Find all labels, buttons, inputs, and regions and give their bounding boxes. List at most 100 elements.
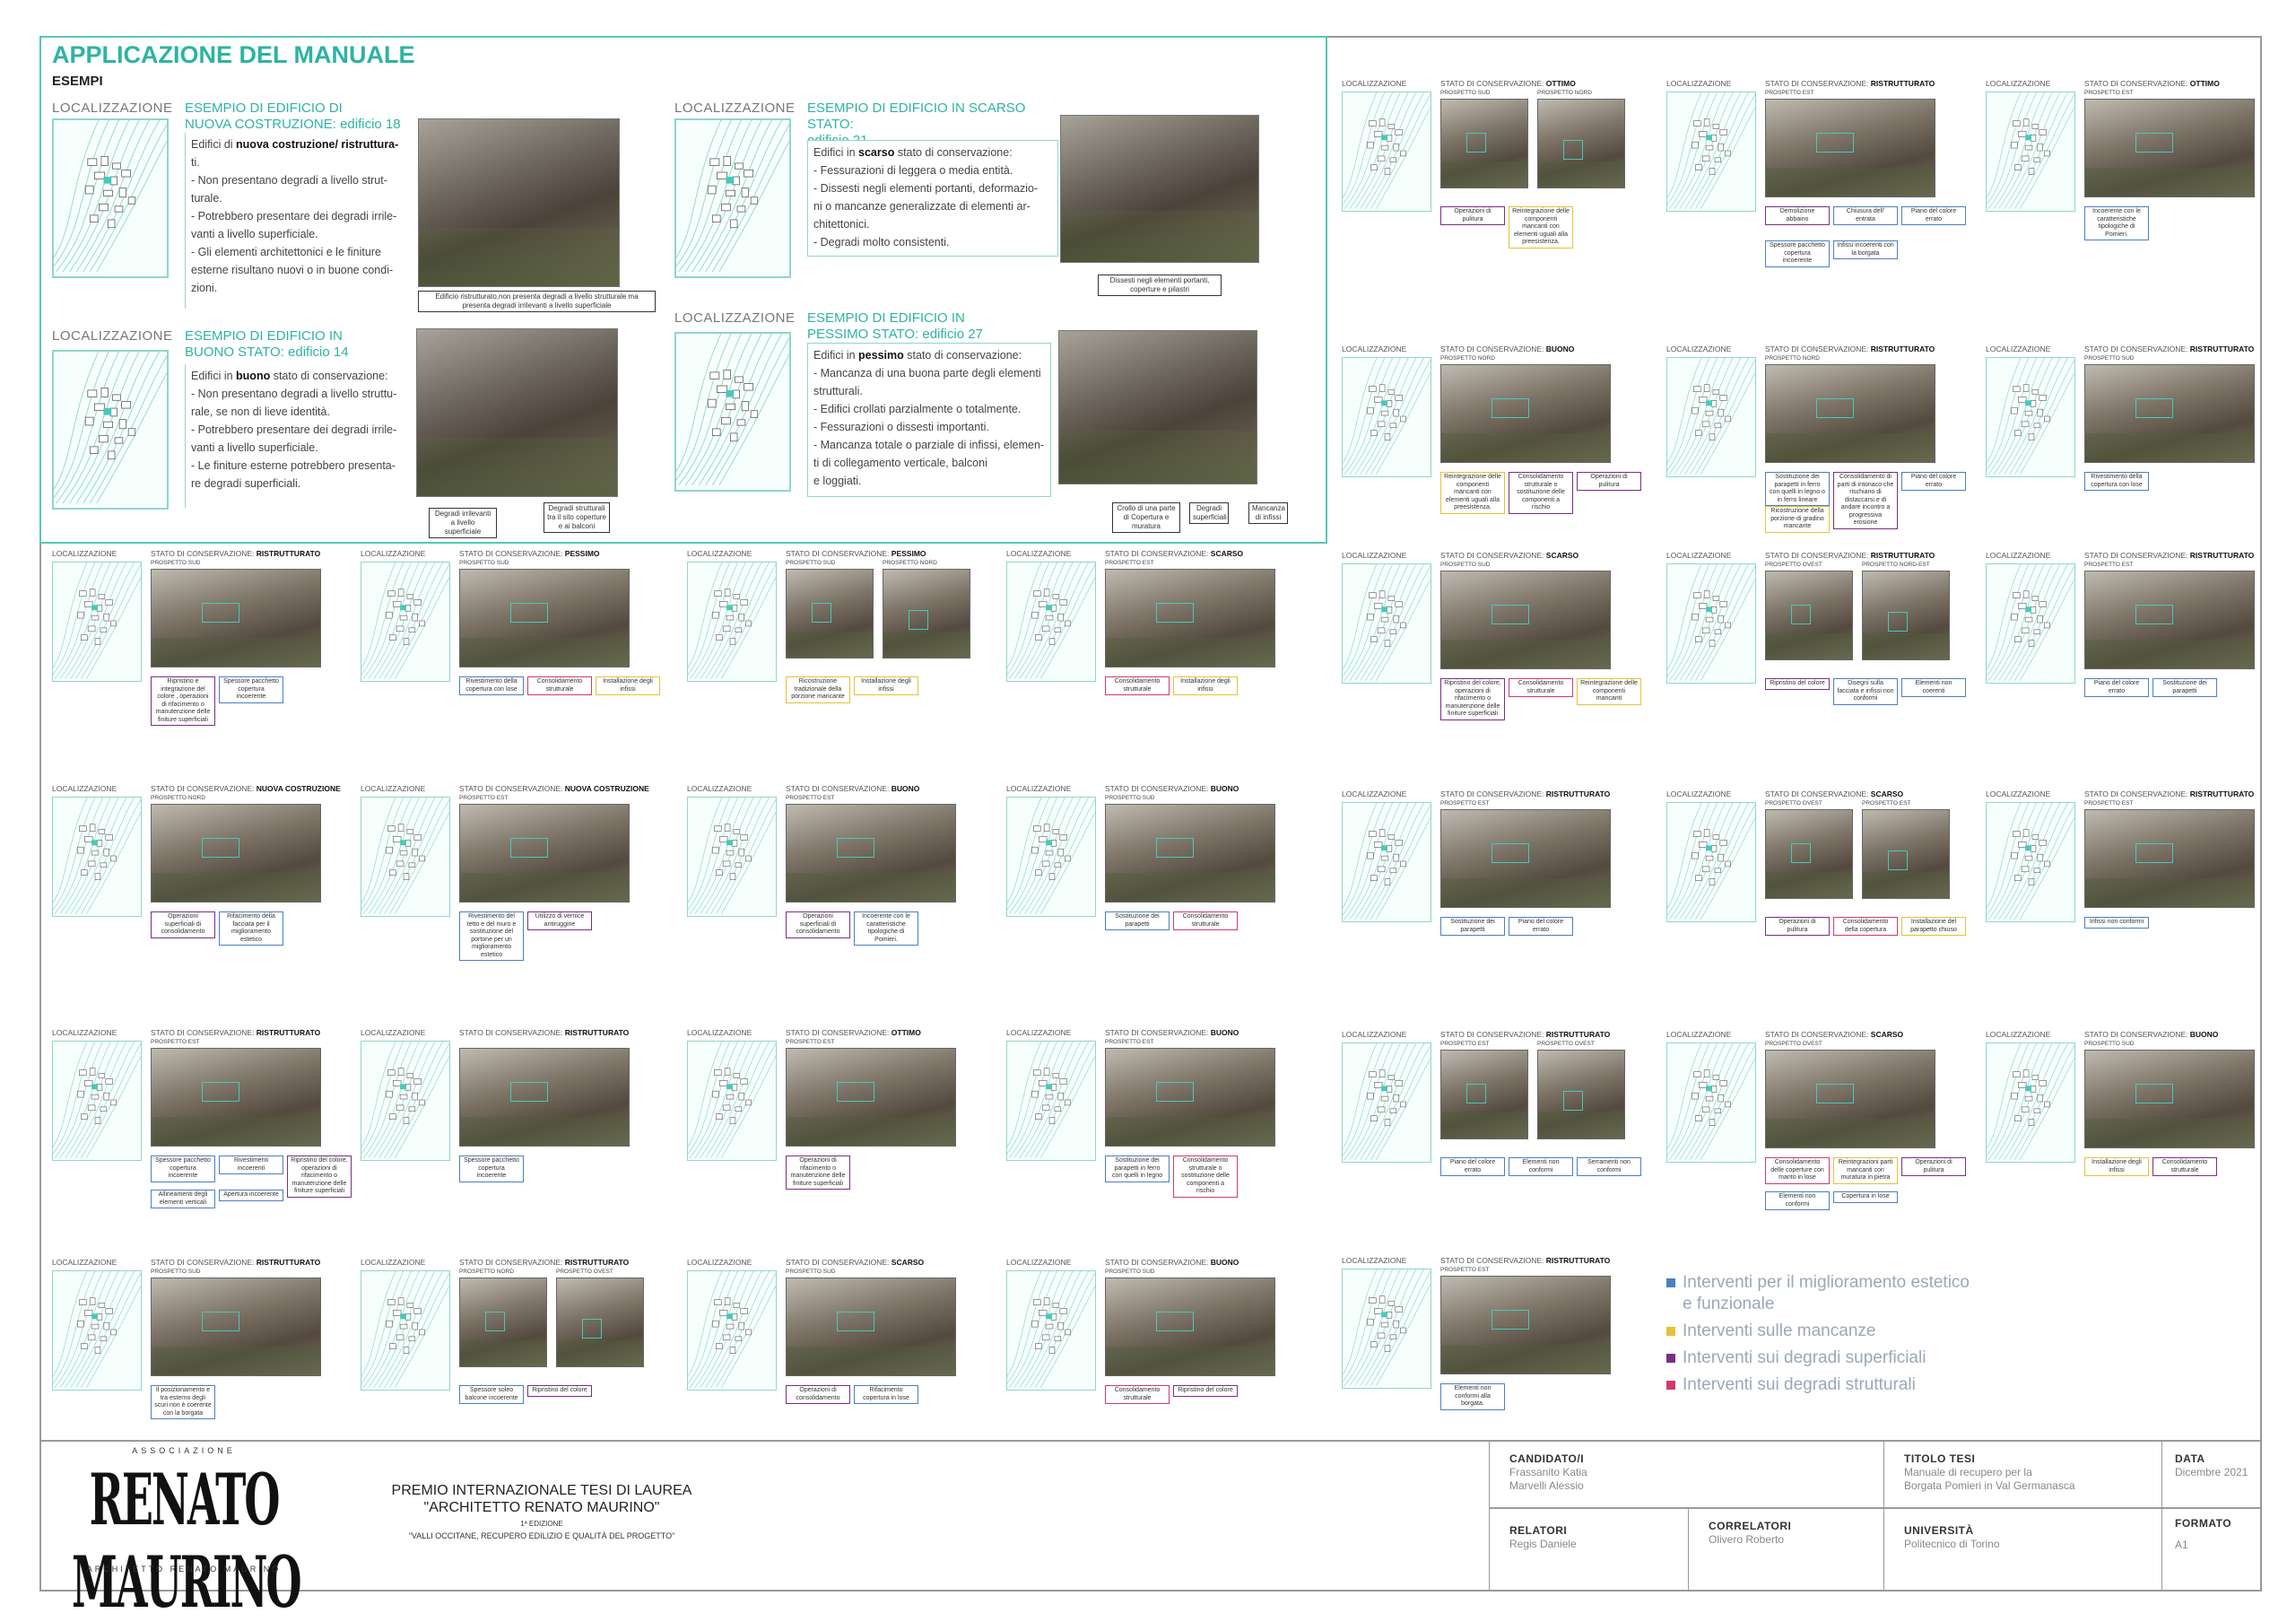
map-drawing xyxy=(1667,803,1755,920)
intervention-note: Utilizzo di vernice antiruggine xyxy=(527,911,592,930)
prize-theme: "VALLI OCCITANE, RECUPERO EDILIZIO E QUA… xyxy=(408,1531,675,1540)
highlight-box xyxy=(1791,843,1811,863)
highlight-box xyxy=(1888,850,1908,870)
intervention-note: Elementi non conformi xyxy=(1509,1157,1573,1176)
example-description: Edifici di nuova costruzione/ ristruttur… xyxy=(185,133,411,309)
highlight-box xyxy=(1563,1091,1583,1111)
elevation-label: PROSPETTO SUD xyxy=(459,560,509,566)
location-map xyxy=(52,1270,142,1391)
map-drawing xyxy=(1987,803,2074,920)
building-card: LOCALIZZAZIONE STATO DI CONSERVAZIONE: BU… xyxy=(1006,1028,1311,1243)
elevation-label: PROSPETTO EST xyxy=(1440,800,1490,807)
correlators-cell: CORRELATORI Olivero Roberto xyxy=(1688,1507,1883,1591)
intervention-note: Chiusura dell' entrata xyxy=(1833,206,1898,225)
intervention-note: Rifacimento copertura in lose xyxy=(854,1385,918,1404)
example-new-construction: LOCALIZZAZIONE ESEMPIO DI EDIFICIO DI NUO… xyxy=(52,100,411,309)
highlight-box xyxy=(837,1082,874,1102)
map-drawing xyxy=(688,1042,776,1158)
highlight-box xyxy=(202,603,239,623)
highlight-box xyxy=(1156,1312,1194,1331)
intervention-note: Operazioni superficiali di consolidament… xyxy=(151,911,215,938)
intervention-note: Sostituzione dei parapetti xyxy=(1440,917,1505,936)
intervention-note: Sostituzione dei parapetti xyxy=(2152,678,2217,697)
conservation-state: STATO DI CONSERVAZIONE: RISTRUTTURATO xyxy=(2084,344,2255,353)
intervention-note: Spessore pacchetto copertura incoerente xyxy=(151,1155,215,1182)
highlight-box xyxy=(837,838,874,858)
location-map xyxy=(52,350,169,510)
legend-swatch xyxy=(1666,1381,1675,1390)
location-map xyxy=(1666,563,1756,684)
intervention-note: Infissi non conformi xyxy=(2084,917,2149,929)
intervention-note: Spessore soleo balcone incoerente xyxy=(459,1385,524,1404)
building-card: LOCALIZZAZIONE STATO DI CONSERVAZIONE: RI… xyxy=(1986,551,2291,766)
conservation-state: STATO DI CONSERVAZIONE: RISTRUTTURATO xyxy=(151,1028,321,1037)
building-card: LOCALIZZAZIONE STATO DI CONSERVAZIONE: BU… xyxy=(1986,1030,2291,1245)
map-drawing xyxy=(676,120,789,273)
photo-caption: Mancanza di infissi xyxy=(1248,502,1288,524)
location-map xyxy=(361,562,450,682)
intervention-note: Rivestimento della copertura con lose xyxy=(459,676,524,695)
conservation-state: STATO DI CONSERVAZIONE: RISTRUTTURATO xyxy=(2084,789,2255,798)
map-drawing xyxy=(54,120,167,273)
conservation-state: STATO DI CONSERVAZIONE: RISTRUTTURATO xyxy=(2084,551,2255,560)
elevation-label: PROSPETTO SUD xyxy=(1105,1269,1155,1275)
intervention-note: Installazione degli infissi xyxy=(2084,1157,2149,1176)
map-drawing xyxy=(1987,92,2074,209)
intervention-note: Incoerente con le caratteristiche tipolo… xyxy=(854,911,918,946)
highlight-box xyxy=(1816,133,1854,153)
conservation-state: STATO DI CONSERVAZIONE: OTTIMO xyxy=(786,1028,921,1037)
intervention-note: Operazioni di pulitura xyxy=(1765,917,1830,936)
intervention-note: Sostituzione dei parapetti xyxy=(1105,911,1170,930)
location-map xyxy=(1342,357,1431,477)
highlight-box xyxy=(202,838,239,858)
location-map xyxy=(687,1270,777,1391)
highlight-box xyxy=(1563,140,1583,160)
highlight-box xyxy=(1816,1084,1854,1103)
highlight-box xyxy=(510,603,548,623)
building-card: LOCALIZZAZIONE STATO DI CONSERVAZIONE: NU… xyxy=(361,784,665,999)
elevation-label: PROSPETTO SUD xyxy=(151,1269,201,1275)
intervention-note: Consolidamento strutturale o sostituzion… xyxy=(1509,472,1573,514)
legend-item: Interventi sui degradi strutturali xyxy=(1666,1374,1970,1396)
example-description: Edifici in buono stato di conservazione:… xyxy=(185,364,411,508)
photo-caption: Degradi irrilevanti a livello superficia… xyxy=(429,508,497,538)
location-map xyxy=(1006,562,1096,682)
map-drawing xyxy=(1667,564,1755,681)
map-drawing xyxy=(54,352,167,504)
building-card: LOCALIZZAZIONE STATO DI CONSERVAZIONE: RI… xyxy=(1986,344,2291,560)
intervention-note: Consolidamento strutturale xyxy=(1105,1385,1170,1404)
location-map xyxy=(1342,802,1431,922)
intervention-note: Piano del colore errato xyxy=(1509,917,1573,936)
intervention-note: Allineamenti degli elementi verticali xyxy=(151,1190,215,1208)
map-drawing xyxy=(1987,564,2074,681)
conservation-state: STATO DI CONSERVAZIONE: NUOVA COSTRUZION… xyxy=(459,784,649,793)
intervention-note: Spessore pacchetto copertura incoerente xyxy=(459,1155,524,1182)
intervention-note: Operazioni di consolidamento xyxy=(786,1385,850,1404)
elevation-label: PROSPETTO SUD xyxy=(1440,90,1491,96)
conservation-state: STATO DI CONSERVAZIONE: RISTRUTTURATO xyxy=(1765,551,1935,560)
map-drawing xyxy=(676,334,789,486)
building-card: LOCALIZZAZIONE STATO DI CONSERVAZIONE: RI… xyxy=(1342,1256,1647,1471)
building-card: LOCALIZZAZIONE STATO DI CONSERVAZIONE: SC… xyxy=(1666,789,1971,1005)
conservation-state: STATO DI CONSERVAZIONE: BUONO xyxy=(786,784,920,793)
logo-top-text: ASSOCIAZIONE xyxy=(132,1446,236,1455)
highlight-box xyxy=(2135,843,2173,863)
conservation-state: STATO DI CONSERVAZIONE: SCARSO xyxy=(1765,789,1904,798)
conservation-state: STATO DI CONSERVAZIONE: OTTIMO xyxy=(2084,79,2220,88)
elevation-label: PROSPETTO NORD xyxy=(459,1269,514,1275)
highlight-box xyxy=(485,1312,505,1331)
example-title: ESEMPIO DI EDIFICIO DI NUOVA COSTRUZIONE:… xyxy=(185,100,401,132)
conservation-state: STATO DI CONSERVAZIONE: SCARSO xyxy=(786,1258,925,1267)
highlight-box xyxy=(1156,1082,1194,1102)
conservation-state: STATO DI CONSERVAZIONE: SCARSO xyxy=(1105,549,1244,558)
photo-caption: Dissesti negli elementi portanti, copert… xyxy=(1098,275,1222,296)
elevation-label: PROSPETTO EST xyxy=(786,1039,835,1045)
location-map xyxy=(1986,1042,2075,1163)
highlight-box xyxy=(1156,838,1194,858)
location-map xyxy=(1666,802,1756,922)
elevation-label: PROSPETTO EST xyxy=(459,795,509,801)
location-map xyxy=(687,562,777,682)
conservation-state: STATO DI CONSERVAZIONE: RISTRUTTURATO xyxy=(1765,79,1935,88)
intervention-note: Installazione degli infissi xyxy=(596,676,660,695)
localization-label: LOCALIZZAZIONE xyxy=(1006,784,1072,793)
